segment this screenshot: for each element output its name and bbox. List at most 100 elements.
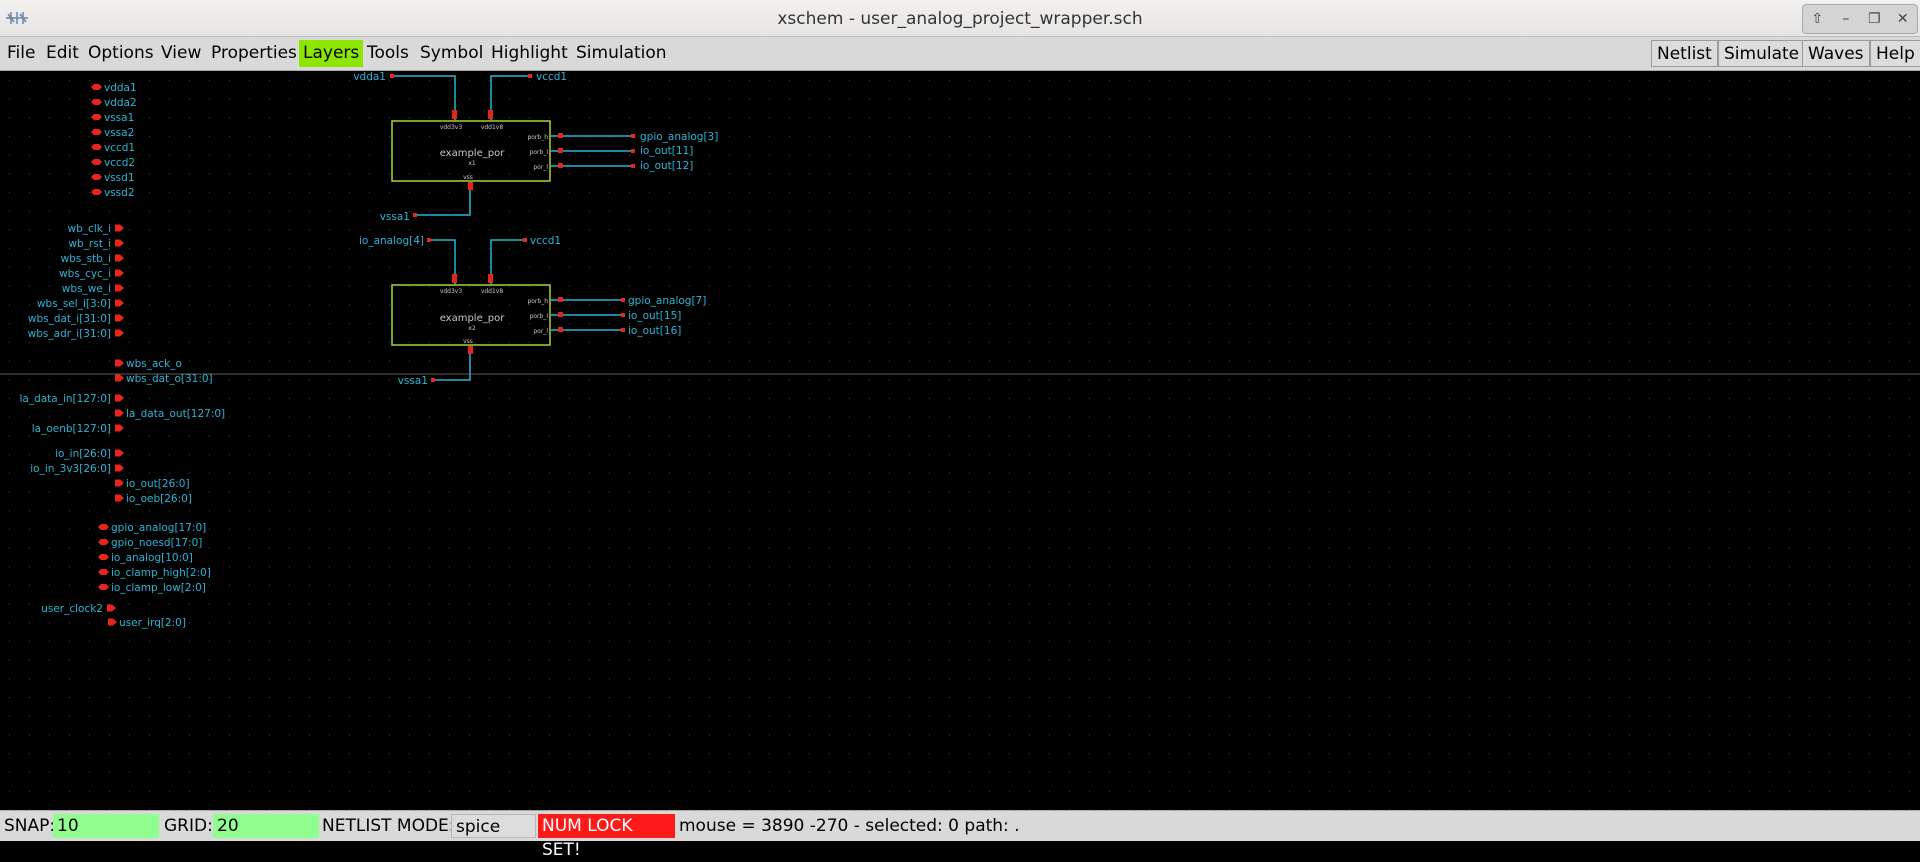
io-pin[interactable]: io_analog[10:0] [98,552,193,564]
io-pin-label: la_data_in[127:0] [19,393,111,405]
io-pin-label: vdda1 [104,82,137,94]
io-pin[interactable]: io_clamp_high[2:0] [98,567,211,579]
pin-label-vdd1v8: vdd1v8 [481,124,504,131]
netlist-mode-field[interactable]: spice [451,814,536,838]
io-pin-label: vssa1 [104,112,134,124]
io-pin[interactable]: la_oenb[127:0] [32,423,124,435]
numlock-indicator: NUM LOCK SET! [538,814,675,860]
io-pin-label: io_clamp_high[2:0] [111,567,211,579]
io-pin[interactable]: wbs_dat_i[31:0] [28,313,124,325]
menu-view[interactable]: View [157,40,205,67]
menu-file[interactable]: File [3,40,39,67]
window-title: xschem - user_analog_project_wrapper.sch [777,9,1143,29]
net-label-por-l: io_out[16] [628,325,681,337]
io-pin[interactable]: gpio_analog[17:0] [98,522,206,534]
io-pin[interactable]: wbs_ack_o [115,358,182,370]
pin-label-vdd3v3: vdd3v3 [440,124,463,131]
grid-label: GRID: [164,816,213,836]
menu-tools[interactable]: Tools [363,40,413,67]
net-label-porb-h: gpio_analog[3] [640,131,718,143]
io-pin[interactable]: io_in_3v3[26:0] [30,463,124,475]
menu-properties[interactable]: Properties [207,40,301,67]
io-pin-label: wbs_dat_o[31:0] [126,373,213,385]
io-pin[interactable]: user_irq[2:0] [108,617,186,629]
status-info: mouse = 3890 -270 - selected: 0 path: . [679,816,1020,836]
waves-button[interactable]: Waves [1802,40,1870,67]
io-pin[interactable]: la_data_in[127:0] [19,393,124,405]
net-label-por-l: io_out[12] [640,160,693,172]
maximize-icon[interactable]: ❐ [1862,11,1886,27]
grid-field[interactable]: 20 [213,814,319,838]
io-pin-label: io_oeb[26:0] [126,493,192,505]
help-button[interactable]: Help [1870,40,1920,67]
io-pin-label: wbs_stb_i [61,253,111,265]
menu-highlight[interactable]: Highlight [487,40,572,67]
io-pin-label: user_irq[2:0] [119,617,186,629]
io-pin-label: la_data_out[127:0] [126,408,225,420]
io-pin[interactable]: gpio_noesd[17:0] [98,537,202,549]
net-label-vdd1v8: vccd1 [536,71,567,83]
window-controls: ⇧ – ❐ ✕ [1802,4,1918,34]
pin-label-vdd1v8: vdd1v8 [481,288,504,295]
pin-label-vss: vss [463,174,473,181]
symbol-name: example_por [440,313,506,324]
io-pin-label: wbs_cyc_i [59,268,111,280]
schematic-drawing[interactable]: vdda1 vdda2 vssa1 vssa2 vccd1 vccd2 vssd1 vssd2… [0,71,1920,810]
io-pin[interactable]: wbs_adr_i[31:0] [28,328,124,340]
snap-field[interactable]: 10 [53,814,159,838]
schematic-canvas[interactable]: vdda1 vdda2 vssa1 vssa2 vccd1 vccd2 vssd1 vssd2… [0,71,1920,810]
netlist-mode-label: NETLIST MODE: [322,816,455,836]
io-pin[interactable]: wbs_sel_i[3:0] [37,298,124,310]
menu-options[interactable]: Options [84,40,158,67]
snap-label: SNAP: [4,816,56,836]
title-bar: xschem - user_analog_project_wrapper.sch… [0,0,1920,37]
io-pin-label: vssa2 [104,127,134,139]
grid-background [0,71,1920,810]
pin-label-porb-h: porb_h [527,134,548,141]
menu-edit[interactable]: Edit [42,40,83,67]
minimize-icon[interactable]: – [1834,11,1858,27]
io-pin-label: wb_rst_i [68,238,111,250]
io-pin-label: vccd1 [104,142,135,154]
io-pin-label: io_out[26:0] [126,478,190,490]
net-label-vss: vssa1 [398,375,428,387]
pin-label-por-l: por_l [533,328,548,335]
io-pin[interactable]: wbs_dat_o[31:0] [115,373,213,385]
io-pin[interactable]: la_data_out[127:0] [115,408,225,420]
pin-label-vdd3v3: vdd3v3 [440,288,463,295]
net-label-porb-l: io_out[15] [628,310,681,322]
simulate-button[interactable]: Simulate [1718,40,1806,67]
net-label-vss: vssa1 [380,211,410,223]
io-pin-label: wbs_sel_i[3:0] [37,298,111,310]
status-bar: SNAP: 10 GRID: 20 NETLIST MODE: spice NU… [0,810,1920,860]
netlist-button[interactable]: Netlist [1651,40,1718,67]
io-pin-label: vccd2 [104,157,135,169]
io-pin-label: wbs_ack_o [126,358,182,370]
net-label-vdd3v3: vdda1 [353,71,386,83]
pin-label-porb-h: porb_h [527,298,548,305]
menu-simulation[interactable]: Simulation [572,40,671,67]
symbol-name: example_por [440,148,506,159]
io-pin-label: io_analog[10:0] [111,552,193,564]
instance-name: x1 [468,160,476,167]
menu-bar: File Edit Options View Properties Layers… [0,37,1920,71]
io-pin-label: wb_clk_i [68,223,111,235]
shade-icon[interactable]: ⇧ [1805,11,1829,27]
menu-symbol[interactable]: Symbol [416,40,487,67]
pin-label-por-l: por_l [533,164,548,171]
io-pin[interactable]: io_out[26:0] [115,478,190,490]
io-pin-label: wbs_we_i [62,283,111,295]
net-label-vdd1v8: vccd1 [530,235,561,247]
net-label-porb-l: io_out[11] [640,145,693,157]
io-pin-label: wbs_dat_i[31:0] [28,313,111,325]
io-pin-label: io_in[26:0] [55,448,111,460]
io-pin-label: la_oenb[127:0] [32,423,111,435]
io-pin-label: wbs_adr_i[31:0] [28,328,111,340]
menu-layers[interactable]: Layers [299,40,364,67]
instance-name: x2 [468,325,476,332]
io-pin[interactable]: io_oeb[26:0] [115,493,192,505]
pin-label-vss: vss [463,338,473,345]
close-icon[interactable]: ✕ [1891,11,1915,27]
io-pin-label: gpio_analog[17:0] [111,522,206,534]
io-pin[interactable]: io_clamp_low[2:0] [98,582,206,594]
